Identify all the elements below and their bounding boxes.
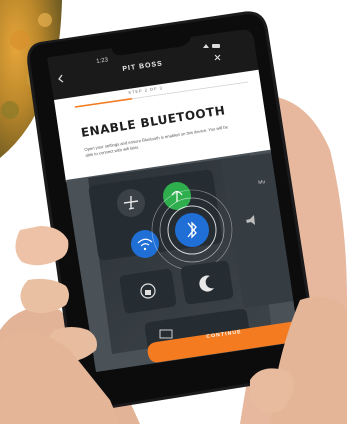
hand-front [0, 226, 347, 424]
